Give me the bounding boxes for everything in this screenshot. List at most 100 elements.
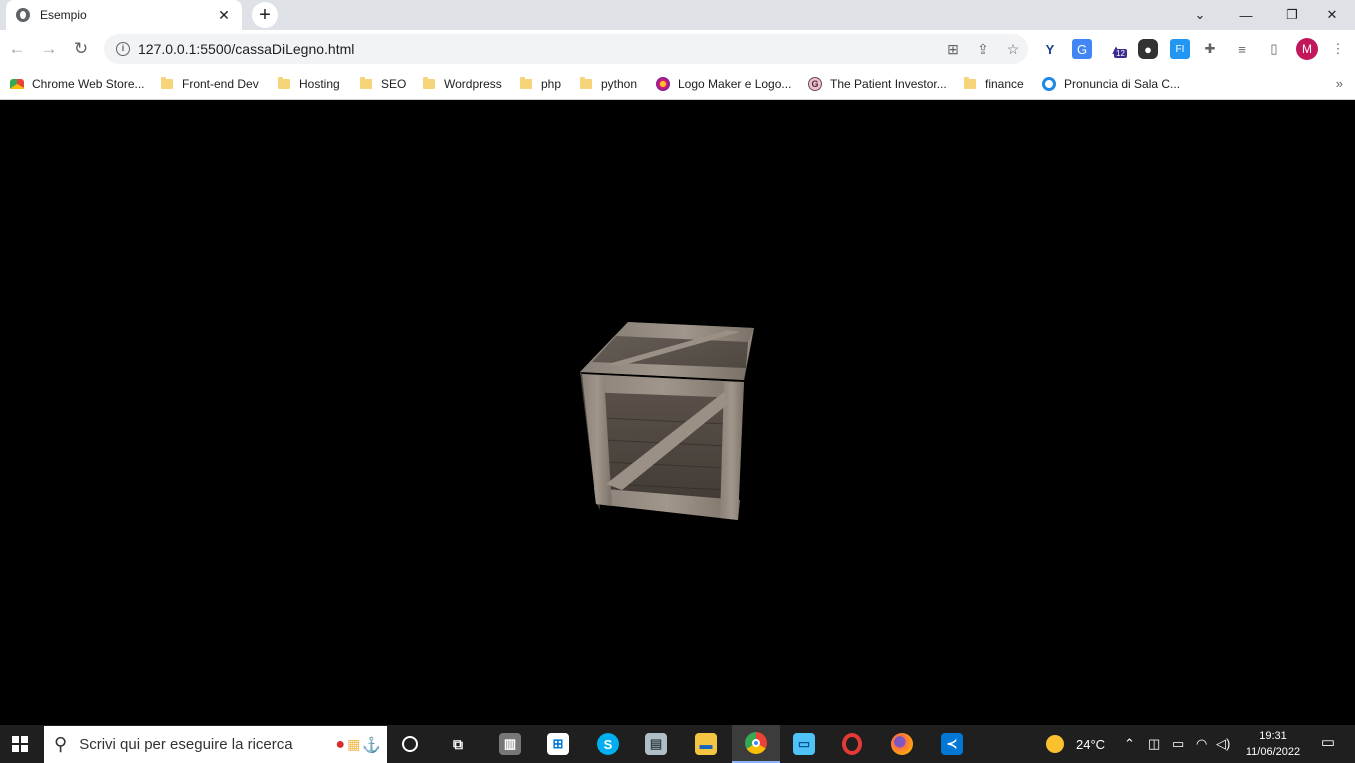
extension-y-icon[interactable]: Y (1040, 39, 1060, 59)
tab-strip: Esempio ✕ + ⌄ — ❐ ✕ (0, 0, 1355, 30)
taskbar-clock[interactable]: 19:31 11/06/2022 (1240, 728, 1306, 760)
page-viewport (0, 100, 1355, 725)
cortana-icon (402, 736, 418, 752)
folder-icon (161, 77, 173, 89)
chrome-web-store-icon (10, 79, 24, 89)
taskbar-app-store[interactable]: ⊞ (534, 725, 582, 763)
tray-chevron-up-icon[interactable]: ⌃ (1124, 725, 1135, 763)
tray-meet-now-icon[interactable]: ◫ (1148, 725, 1160, 763)
share-icon[interactable]: ⇪ (968, 41, 998, 58)
browser-chrome: Esempio ✕ + ⌄ — ❐ ✕ ← → ↻ i 127.0.0.1:55… (0, 0, 1355, 100)
bookmark-logo-maker[interactable]: Logo Maker e Logo... (656, 74, 791, 94)
taskbar-app-opera[interactable] (828, 725, 876, 763)
folder-icon (278, 77, 290, 89)
cortana-button[interactable] (386, 725, 434, 763)
url-text[interactable]: 127.0.0.1:5500/cassaDiLegno.html (138, 41, 938, 57)
search-icon: ⚲ (54, 734, 68, 754)
bookmark-label: python (601, 77, 638, 91)
g-icon: G (808, 77, 822, 91)
taskbar-app-skype[interactable]: S (584, 725, 632, 763)
weather-widget[interactable]: 24°C (1046, 725, 1105, 763)
tray-wifi-icon[interactable]: ◠ (1196, 725, 1207, 763)
opera-icon (842, 733, 862, 755)
bookmark-label: The Patient Investor... (830, 77, 947, 91)
taskbar-app-firefox[interactable] (878, 725, 926, 763)
site-info-icon[interactable]: i (116, 42, 130, 56)
browser-toolbar: ← → ↻ i 127.0.0.1:5500/cassaDiLegno.html… (0, 30, 1355, 68)
tab-close-icon[interactable]: ✕ (216, 7, 232, 24)
task-view-button[interactable]: ⧉ (434, 725, 482, 763)
tray-volume-icon[interactable]: ◁) (1216, 725, 1230, 763)
taskbar-search-box[interactable]: ⚲ Scrivi qui per eseguire la ricerca ● ▦… (44, 726, 387, 763)
extension-translate-icon[interactable]: G (1072, 39, 1092, 59)
bookmark-pronuncia[interactable]: Pronuncia di Sala C... (1042, 74, 1180, 94)
globe-icon (16, 8, 30, 22)
bookmark-seo[interactable]: SEO (360, 74, 406, 94)
vscode-icon: ≺ (941, 733, 963, 755)
extension-colorful-icon[interactable]: ● (1138, 39, 1158, 59)
folder-icon (520, 77, 532, 89)
logo-maker-icon (656, 77, 670, 91)
chrome-icon (745, 732, 767, 754)
bookmark-label: Logo Maker e Logo... (678, 77, 792, 91)
bookmark-finance[interactable]: finance (964, 74, 1024, 94)
media-control-icon[interactable]: ≡ (1232, 39, 1252, 59)
bookmarks-overflow-icon[interactable]: » (1336, 76, 1343, 91)
bookmark-label: Wordpress (444, 77, 502, 91)
back-button[interactable]: ← (4, 36, 30, 62)
bookmark-label: Hosting (299, 77, 340, 91)
extensions-puzzle-icon[interactable]: ✚ (1200, 39, 1220, 59)
menu-kebab-icon[interactable]: ⋮ (1328, 39, 1348, 59)
taskbar-app-server[interactable]: ▥ (486, 725, 534, 763)
windows-start-button[interactable] (0, 725, 40, 763)
minimize-button[interactable]: — (1223, 0, 1269, 30)
bookmark-label: Pronuncia di Sala C... (1064, 77, 1181, 91)
extension-graduation-icon[interactable]: ▲ 12 (1106, 39, 1127, 59)
firefox-icon (891, 733, 913, 755)
profile-avatar[interactable]: M (1296, 38, 1318, 60)
windows-logo-icon (12, 736, 28, 752)
bookmark-php[interactable]: php (520, 74, 561, 94)
tab-esempio[interactable]: Esempio ✕ (6, 0, 242, 30)
side-panel-icon[interactable]: ▯ (1264, 39, 1284, 59)
bookmark-patient-investor[interactable]: G The Patient Investor... (808, 74, 947, 94)
tab-search-icon[interactable]: ⌄ (1177, 0, 1223, 30)
bookmark-chrome-web-store[interactable]: Chrome Web Store... (10, 74, 145, 94)
new-tab-button[interactable]: + (252, 2, 278, 28)
bookmark-wordpress[interactable]: Wordpress (423, 74, 502, 94)
bookmark-front-end-dev[interactable]: Front-end Dev (161, 74, 259, 94)
bookmark-star-icon[interactable]: ☆ (998, 41, 1028, 58)
tray-battery-icon[interactable]: ▭ (1172, 725, 1184, 763)
store-bag-icon: ⊞ (547, 733, 569, 755)
folder-icon (580, 77, 592, 89)
notification-center-icon[interactable]: ▭ (1316, 733, 1340, 755)
taskbar-app-photos[interactable]: ▤ (632, 725, 680, 763)
forward-button[interactable]: → (36, 36, 62, 62)
folder-icon (964, 77, 976, 89)
taskbar-app-vscode[interactable]: ≺ (928, 725, 976, 763)
reload-button[interactable]: ↻ (68, 36, 94, 62)
laptop-icon: ▭ (793, 733, 815, 755)
bookmark-python[interactable]: python (580, 74, 637, 94)
address-bar[interactable]: i 127.0.0.1:5500/cassaDiLegno.html ⊞ ⇪ ☆ (104, 34, 1028, 64)
tab-title: Esempio (40, 8, 87, 22)
bookmark-hosting[interactable]: Hosting (278, 74, 340, 94)
taskbar-app-laptop[interactable]: ▭ (780, 725, 828, 763)
translate-icon[interactable]: ⊞ (938, 41, 968, 58)
sun-icon (1046, 735, 1064, 753)
windows-taskbar: ⚲ Scrivi qui per eseguire la ricerca ● ▦… (0, 725, 1355, 763)
clock-date: 11/06/2022 (1245, 746, 1301, 758)
taskbar-app-file-explorer[interactable]: ▬ (682, 725, 730, 763)
extension-fi-icon[interactable]: FI (1170, 39, 1190, 59)
bookmark-label: Chrome Web Store... (32, 77, 145, 91)
search-placeholder: Scrivi qui per eseguire la ricerca (79, 736, 293, 753)
close-window-button[interactable]: ✕ (1309, 0, 1355, 30)
extension-badge: 12 (1114, 49, 1127, 58)
clock-time: 19:31 (1259, 730, 1287, 742)
circle-icon (1042, 77, 1056, 91)
bookmark-label: Front-end Dev (182, 77, 259, 91)
taskbar-app-chrome[interactable] (732, 725, 780, 763)
photos-icon: ▤ (645, 733, 667, 755)
weather-temperature: 24°C (1076, 736, 1106, 752)
bookmark-label: php (541, 77, 562, 91)
